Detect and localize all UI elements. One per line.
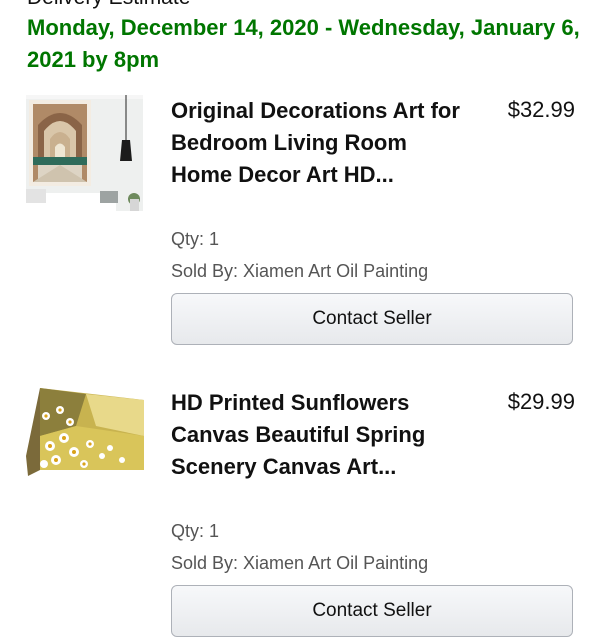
contact-seller-button[interactable]: Contact Seller: [171, 585, 573, 637]
delivery-date-range: Monday, December 14, 2020 - Wednesday, J…: [27, 15, 580, 72]
item-price: $32.99: [507, 97, 575, 122]
arch-corridor-painting-icon: [26, 95, 143, 211]
item-price: $29.99: [507, 389, 575, 414]
delivery-estimate-label: Delivery Estimate: [27, 0, 190, 10]
product-image-arch-painting[interactable]: [26, 95, 143, 211]
item-seller: Sold By: Xiamen Art Oil Painting: [171, 553, 429, 573]
item-title[interactable]: Original Decorations Art for Bedroom Liv…: [171, 95, 471, 191]
daisy-field-canvas-icon: [26, 386, 144, 478]
contact-seller-button[interactable]: Contact Seller: [171, 293, 573, 345]
item-quantity: Qty: 1: [171, 521, 220, 541]
item-title[interactable]: HD Printed Sunflowers Canvas Beautiful S…: [171, 387, 471, 483]
product-image-sunflowers-canvas[interactable]: [26, 386, 144, 478]
item-quantity: Qty: 1: [171, 229, 220, 249]
item-seller: Sold By: Xiamen Art Oil Painting: [171, 261, 429, 281]
